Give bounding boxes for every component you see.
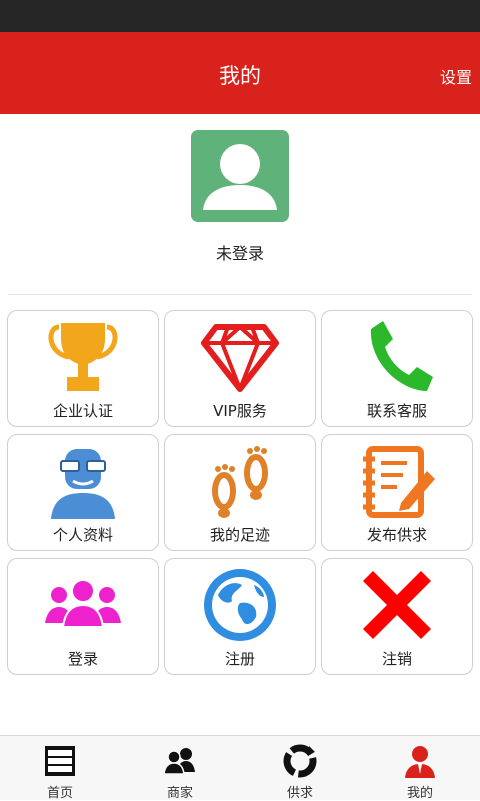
person-glasses-icon [8, 441, 158, 521]
tile-logout[interactable]: 注销 [321, 558, 473, 675]
tile-contact-support[interactable]: 联系客服 [321, 310, 473, 427]
tile-label: 登录 [67, 650, 98, 668]
tile-register[interactable]: 注册 [164, 558, 316, 675]
avatar[interactable] [191, 130, 289, 222]
people-group-icon [8, 565, 158, 645]
tile-label: VIP服务 [213, 402, 267, 420]
function-grid: 企业认证 VIP服务 联系客服 个人资料 我的足迹 发布供求 登录 注册 注销 [7, 310, 473, 676]
diamond-icon [165, 317, 315, 397]
tile-label: 我的足迹 [209, 526, 270, 544]
tab-label: 商家 [166, 786, 193, 801]
tile-publish-supply-demand[interactable]: 发布供求 [321, 434, 473, 551]
tile-label: 联系客服 [366, 402, 427, 420]
phone-icon [322, 317, 472, 397]
divider [8, 294, 472, 295]
trophy-icon [8, 317, 158, 397]
tile-label: 注销 [381, 650, 412, 668]
tile-personal-info[interactable]: 个人资料 [7, 434, 159, 551]
tab-home[interactable]: 首页 [0, 736, 120, 801]
tile-label: 个人资料 [52, 526, 113, 544]
tile-login[interactable]: 登录 [7, 558, 159, 675]
profile-icon [360, 744, 480, 778]
tab-label: 首页 [46, 786, 73, 801]
tile-label: 企业认证 [52, 402, 113, 420]
cross-icon [322, 565, 472, 645]
user-silhouette-icon [203, 144, 277, 210]
footprints-icon [165, 441, 315, 521]
tile-my-footprints[interactable]: 我的足迹 [164, 434, 316, 551]
tab-label: 我的 [406, 786, 433, 801]
supply-demand-icon [240, 744, 360, 778]
bottom-tab-bar: 首页 商家 供求 我的 [0, 735, 480, 801]
settings-button[interactable]: 设置 [440, 64, 472, 88]
status-bar [0, 0, 480, 32]
merchants-icon [120, 744, 240, 778]
header: 我的 设置 [0, 32, 480, 114]
tab-supply-demand[interactable]: 供求 [240, 736, 360, 801]
globe-icon [165, 565, 315, 645]
page-title: 我的 [219, 64, 261, 88]
tile-label: 发布供求 [366, 526, 427, 544]
tile-enterprise-certification[interactable]: 企业认证 [7, 310, 159, 427]
tab-merchants[interactable]: 商家 [120, 736, 240, 801]
tile-label: 注册 [224, 650, 255, 668]
home-icon [0, 744, 120, 778]
tile-vip-service[interactable]: VIP服务 [164, 310, 316, 427]
login-status[interactable]: 未登录 [0, 240, 480, 264]
tab-mine[interactable]: 我的 [360, 736, 480, 801]
tab-label: 供求 [286, 786, 313, 801]
edit-notebook-icon [322, 441, 472, 521]
